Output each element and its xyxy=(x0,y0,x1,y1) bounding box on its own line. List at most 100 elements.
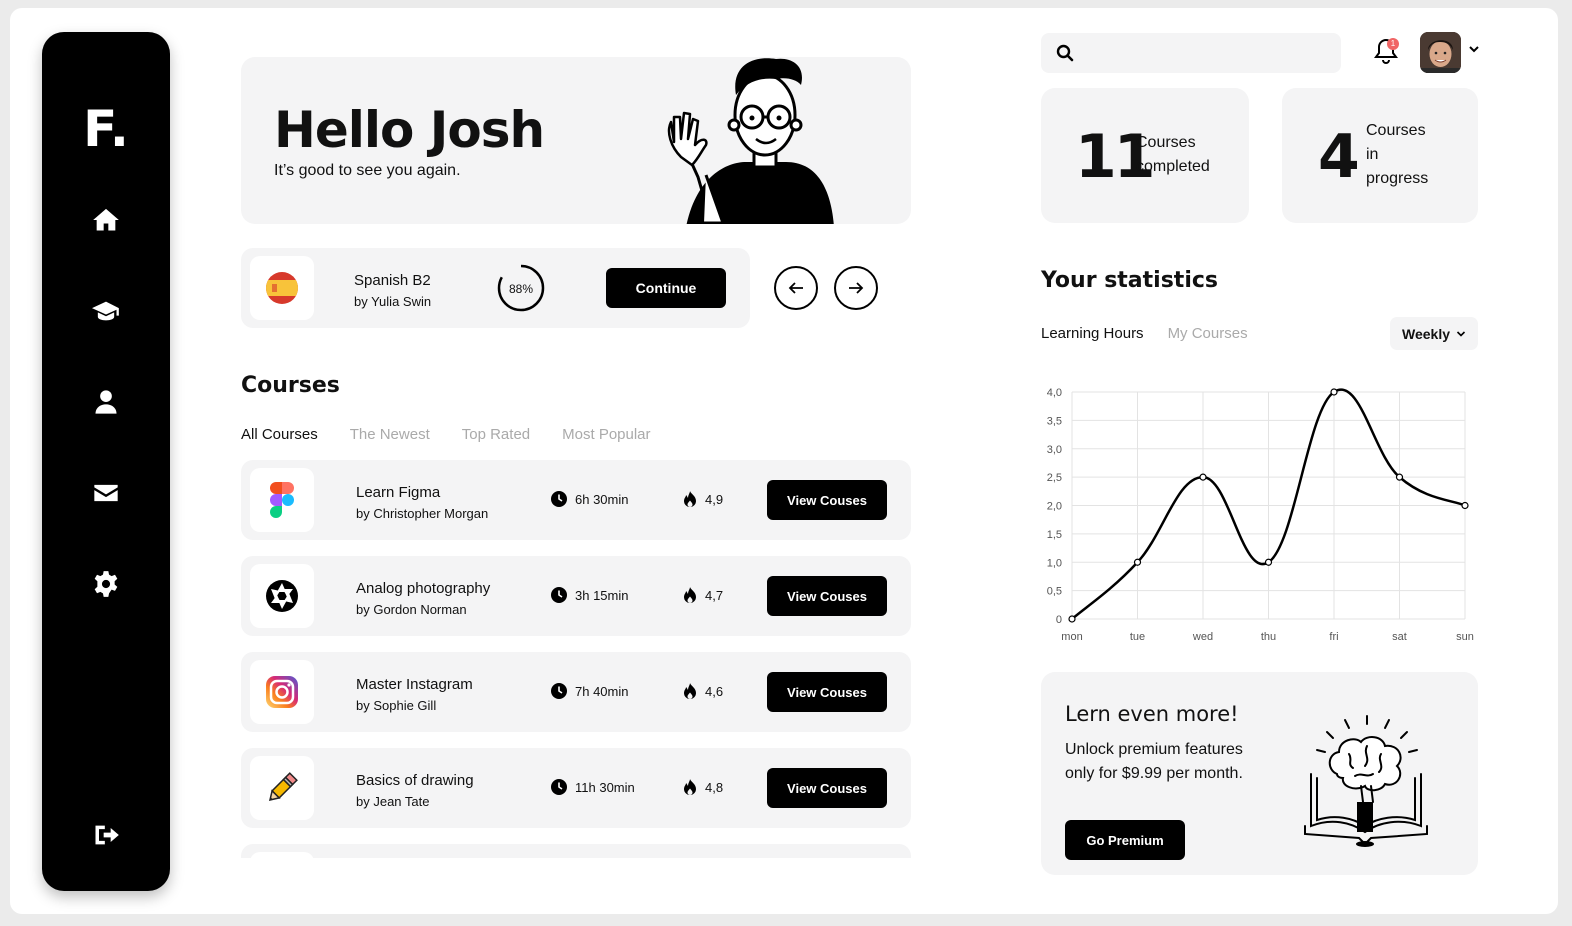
course-icon-tile xyxy=(250,660,314,724)
course-duration-value: 7h 40min xyxy=(575,683,629,699)
view-courses-button[interactable]: View Couses xyxy=(767,576,887,616)
graduation-cap-icon[interactable] xyxy=(91,296,121,326)
course-rating: 4,7 xyxy=(683,587,723,604)
y-tick-label: 4,0 xyxy=(1047,387,1062,399)
waving-person-illustration xyxy=(667,58,834,224)
arrow-left-icon xyxy=(788,282,803,294)
statistics-title: Your statistics xyxy=(1041,268,1218,293)
logo[interactable]: F. xyxy=(42,104,170,154)
brain-book-illustration xyxy=(1304,715,1428,847)
period-select[interactable]: Weekly xyxy=(1390,317,1478,350)
x-tick-label: thu xyxy=(1261,631,1276,643)
aperture-icon xyxy=(266,580,298,612)
in-progress-count: 4 xyxy=(1318,122,1360,192)
mail-icon[interactable] xyxy=(91,478,121,508)
greeting-title: Hello Josh xyxy=(274,101,545,159)
data-point xyxy=(1461,501,1469,510)
courses-tabs: All Courses The Newest Top Rated Most Po… xyxy=(241,426,651,443)
user-icon[interactable] xyxy=(91,387,121,417)
current-course-title: Spanish B2 xyxy=(354,272,431,289)
course-duration: 3h 15min xyxy=(551,587,628,603)
course-rating-value: 4,6 xyxy=(705,684,724,699)
course-duration-value: 11h 30min xyxy=(575,779,635,795)
course-duration-value: 6h 30min xyxy=(575,491,629,507)
x-tick-label: mon xyxy=(1061,631,1082,643)
course-icon-tile xyxy=(250,468,314,532)
y-tick-label: 1,0 xyxy=(1047,557,1062,569)
tab-all-courses[interactable]: All Courses xyxy=(241,426,318,443)
view-courses-button[interactable]: View Couses xyxy=(767,768,887,808)
chevron-down-icon xyxy=(1456,330,1466,337)
course-duration-value: 3h 15min xyxy=(575,587,629,603)
course-rating-value: 4,8 xyxy=(705,780,724,795)
gear-icon[interactable] xyxy=(91,569,121,599)
y-tick-label: 0 xyxy=(1056,614,1062,626)
data-point xyxy=(1068,615,1076,623)
logout-icon[interactable] xyxy=(91,820,121,850)
course-row: Learn Figma by Christopher Morgan 6h 30m… xyxy=(241,460,911,540)
flame-icon xyxy=(684,683,696,699)
search-input[interactable] xyxy=(1085,33,1335,73)
course-title: Master Instagram xyxy=(356,676,473,693)
completed-label-line2: completed xyxy=(1136,158,1210,175)
in-progress-label: Courses in progress xyxy=(1366,119,1428,191)
home-icon[interactable] xyxy=(91,205,121,235)
course-author: by Christopher Morgan xyxy=(356,506,489,521)
in-progress-card: 4 Courses in progress xyxy=(1282,88,1478,223)
course-duration: 6h 30min xyxy=(551,491,628,507)
period-value: Weekly xyxy=(1402,325,1450,342)
arrow-right-icon xyxy=(849,282,864,294)
course-icon-tile xyxy=(250,564,314,628)
sidebar: F. xyxy=(42,32,170,891)
tab-the-newest[interactable]: The Newest xyxy=(350,426,430,443)
chevron-down-icon[interactable] xyxy=(1468,44,1480,54)
data-point xyxy=(1133,558,1142,566)
in-progress-label-line2: in xyxy=(1366,146,1379,163)
flame-icon xyxy=(684,779,696,795)
clock-icon xyxy=(551,779,567,795)
next-button[interactable] xyxy=(834,266,878,310)
course-duration: 7h 40min xyxy=(551,683,628,699)
course-list[interactable]: Learn Figma by Christopher Morgan 6h 30m… xyxy=(241,460,911,858)
y-tick-label: 1,5 xyxy=(1047,529,1062,541)
completed-card: 11 Courses completed xyxy=(1041,88,1249,223)
y-tick-label: 2,5 xyxy=(1047,472,1062,484)
x-tick-label: wed xyxy=(1192,631,1213,643)
previous-button[interactable] xyxy=(774,266,818,310)
y-tick-label: 0,5 xyxy=(1047,586,1062,598)
user-photo xyxy=(1420,32,1461,73)
pencil-icon xyxy=(268,772,298,802)
promo-text: Unlock premium features only for $9.99 p… xyxy=(1065,741,1243,782)
statistics-tabs: Learning Hours My Courses xyxy=(1041,325,1248,342)
view-courses-button[interactable]: View Couses xyxy=(767,480,887,520)
course-author: by Sophie Gill xyxy=(356,698,437,713)
x-tick-label: fri xyxy=(1329,631,1338,643)
y-tick-label: 3,0 xyxy=(1047,444,1062,456)
avatar[interactable] xyxy=(1420,32,1461,73)
data-point xyxy=(1199,473,1207,481)
course-row: Analog photography by Gordon Norman 3h 1… xyxy=(241,556,911,636)
go-premium-button[interactable]: Go Premium xyxy=(1065,820,1185,860)
tab-learning-hours[interactable]: Learning Hours xyxy=(1041,325,1144,342)
progress-label: 88% xyxy=(508,282,534,296)
tab-top-rated[interactable]: Top Rated xyxy=(462,426,530,443)
greeting-card: Hello Josh It’s good to see you again. xyxy=(241,57,911,224)
clock-icon xyxy=(551,587,567,603)
course-rating: 4,8 xyxy=(683,779,723,796)
tab-my-courses[interactable]: My Courses xyxy=(1168,325,1248,342)
view-courses-button[interactable]: View Couses xyxy=(767,672,887,712)
course-row xyxy=(241,844,911,858)
course-rating: 4,6 xyxy=(683,683,723,700)
current-course-author: by Yulia Swin xyxy=(354,294,432,309)
current-course-card: Spanish B2 by Yulia Swin 88% Continue xyxy=(241,248,750,328)
courses-title: Courses xyxy=(241,373,340,398)
continue-button[interactable]: Continue xyxy=(606,268,726,308)
course-title: Analog photography xyxy=(356,580,491,597)
course-row: Basics of drawing by Jean Tate 11h 30min… xyxy=(241,748,911,828)
tab-most-popular[interactable]: Most Popular xyxy=(562,426,650,443)
course-title: Basics of drawing xyxy=(356,772,474,789)
data-point xyxy=(1330,388,1338,396)
spain-flag-icon xyxy=(266,272,298,304)
data-point xyxy=(1264,558,1273,566)
notification-badge: 1 xyxy=(1387,38,1399,50)
